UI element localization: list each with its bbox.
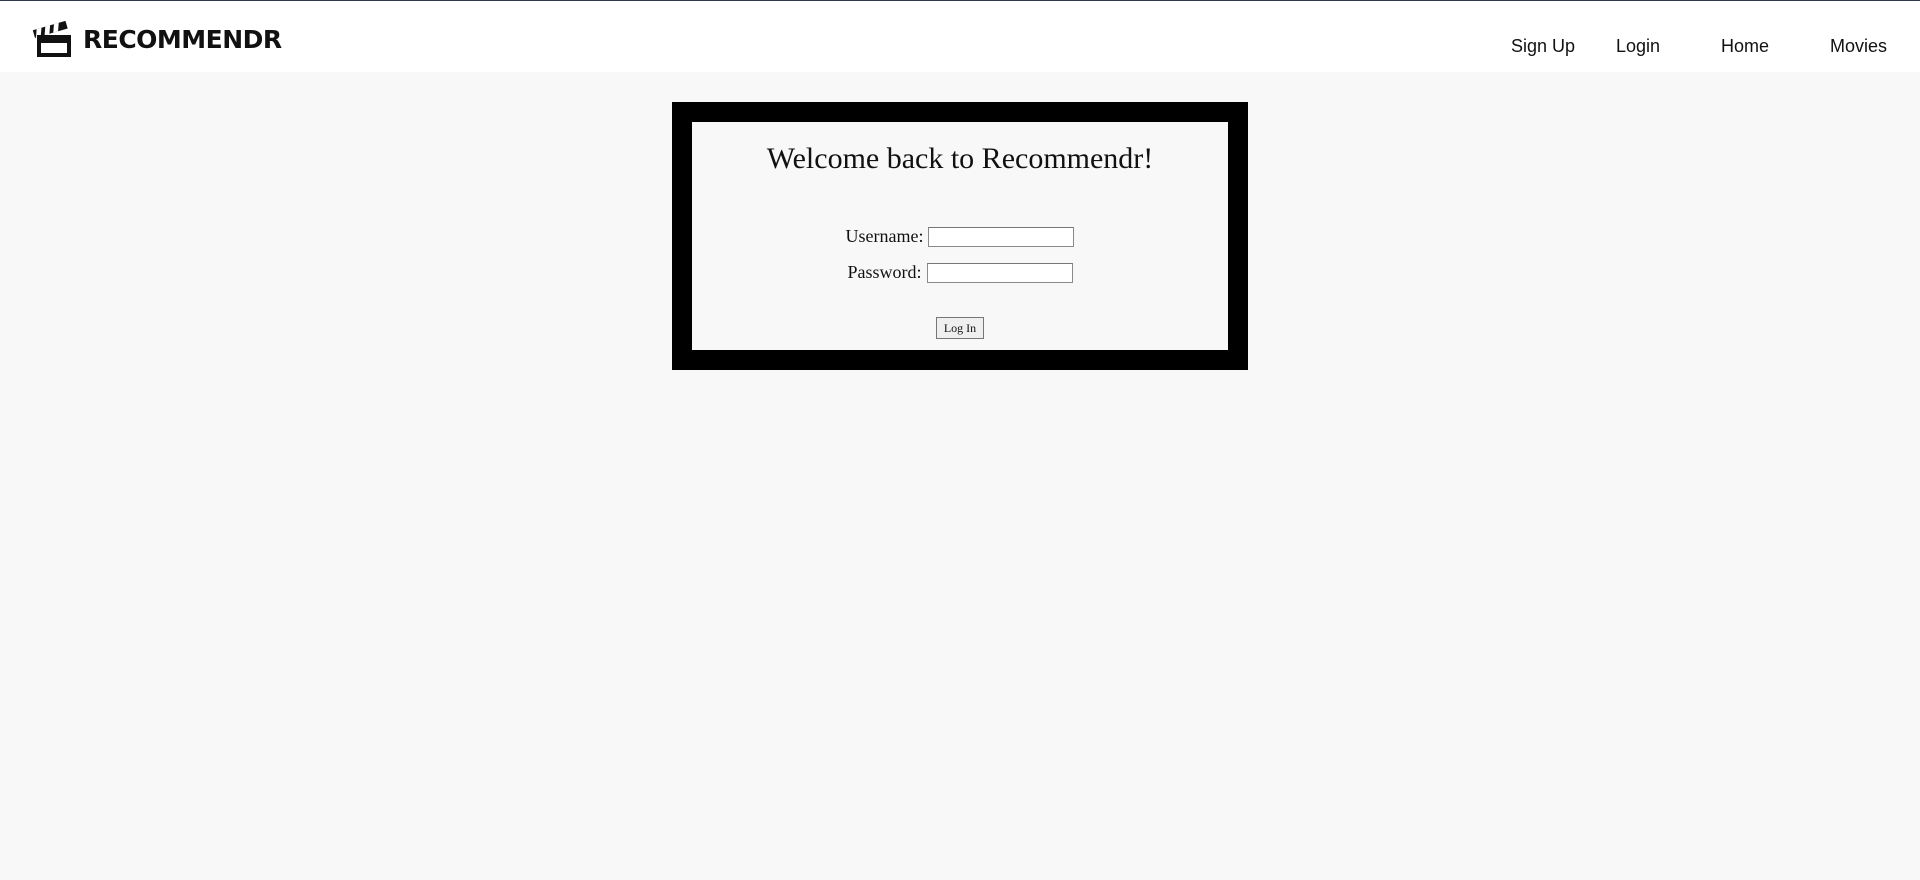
welcome-heading: Welcome back to Recommendr! bbox=[766, 142, 1154, 175]
nav-home-link[interactable]: Home bbox=[1721, 36, 1769, 56]
username-label: Username: bbox=[845, 226, 924, 246]
login-panel-frame: Welcome back to Recommendr! Username: Pa… bbox=[672, 102, 1248, 370]
top-navbar: RECOMMENDR Sign Up Login Home Movies bbox=[0, 0, 1920, 72]
username-row: Username: bbox=[692, 226, 1228, 247]
clapperboard-icon bbox=[31, 17, 75, 61]
password-label: Password: bbox=[847, 262, 922, 282]
password-row: Password: bbox=[692, 262, 1228, 283]
nav-signup-link[interactable]: Sign Up bbox=[1511, 36, 1575, 56]
nav-movies-link[interactable]: Movies bbox=[1830, 36, 1887, 56]
password-input[interactable] bbox=[926, 262, 1073, 283]
username-input[interactable] bbox=[928, 226, 1075, 247]
nav-login-link[interactable]: Login bbox=[1616, 36, 1660, 56]
log-in-button[interactable]: Log In bbox=[936, 317, 984, 339]
brand-logo[interactable]: RECOMMENDR bbox=[31, 17, 282, 61]
brand-name: RECOMMENDR bbox=[83, 24, 282, 54]
login-panel: Welcome back to Recommendr! Username: Pa… bbox=[692, 122, 1228, 350]
